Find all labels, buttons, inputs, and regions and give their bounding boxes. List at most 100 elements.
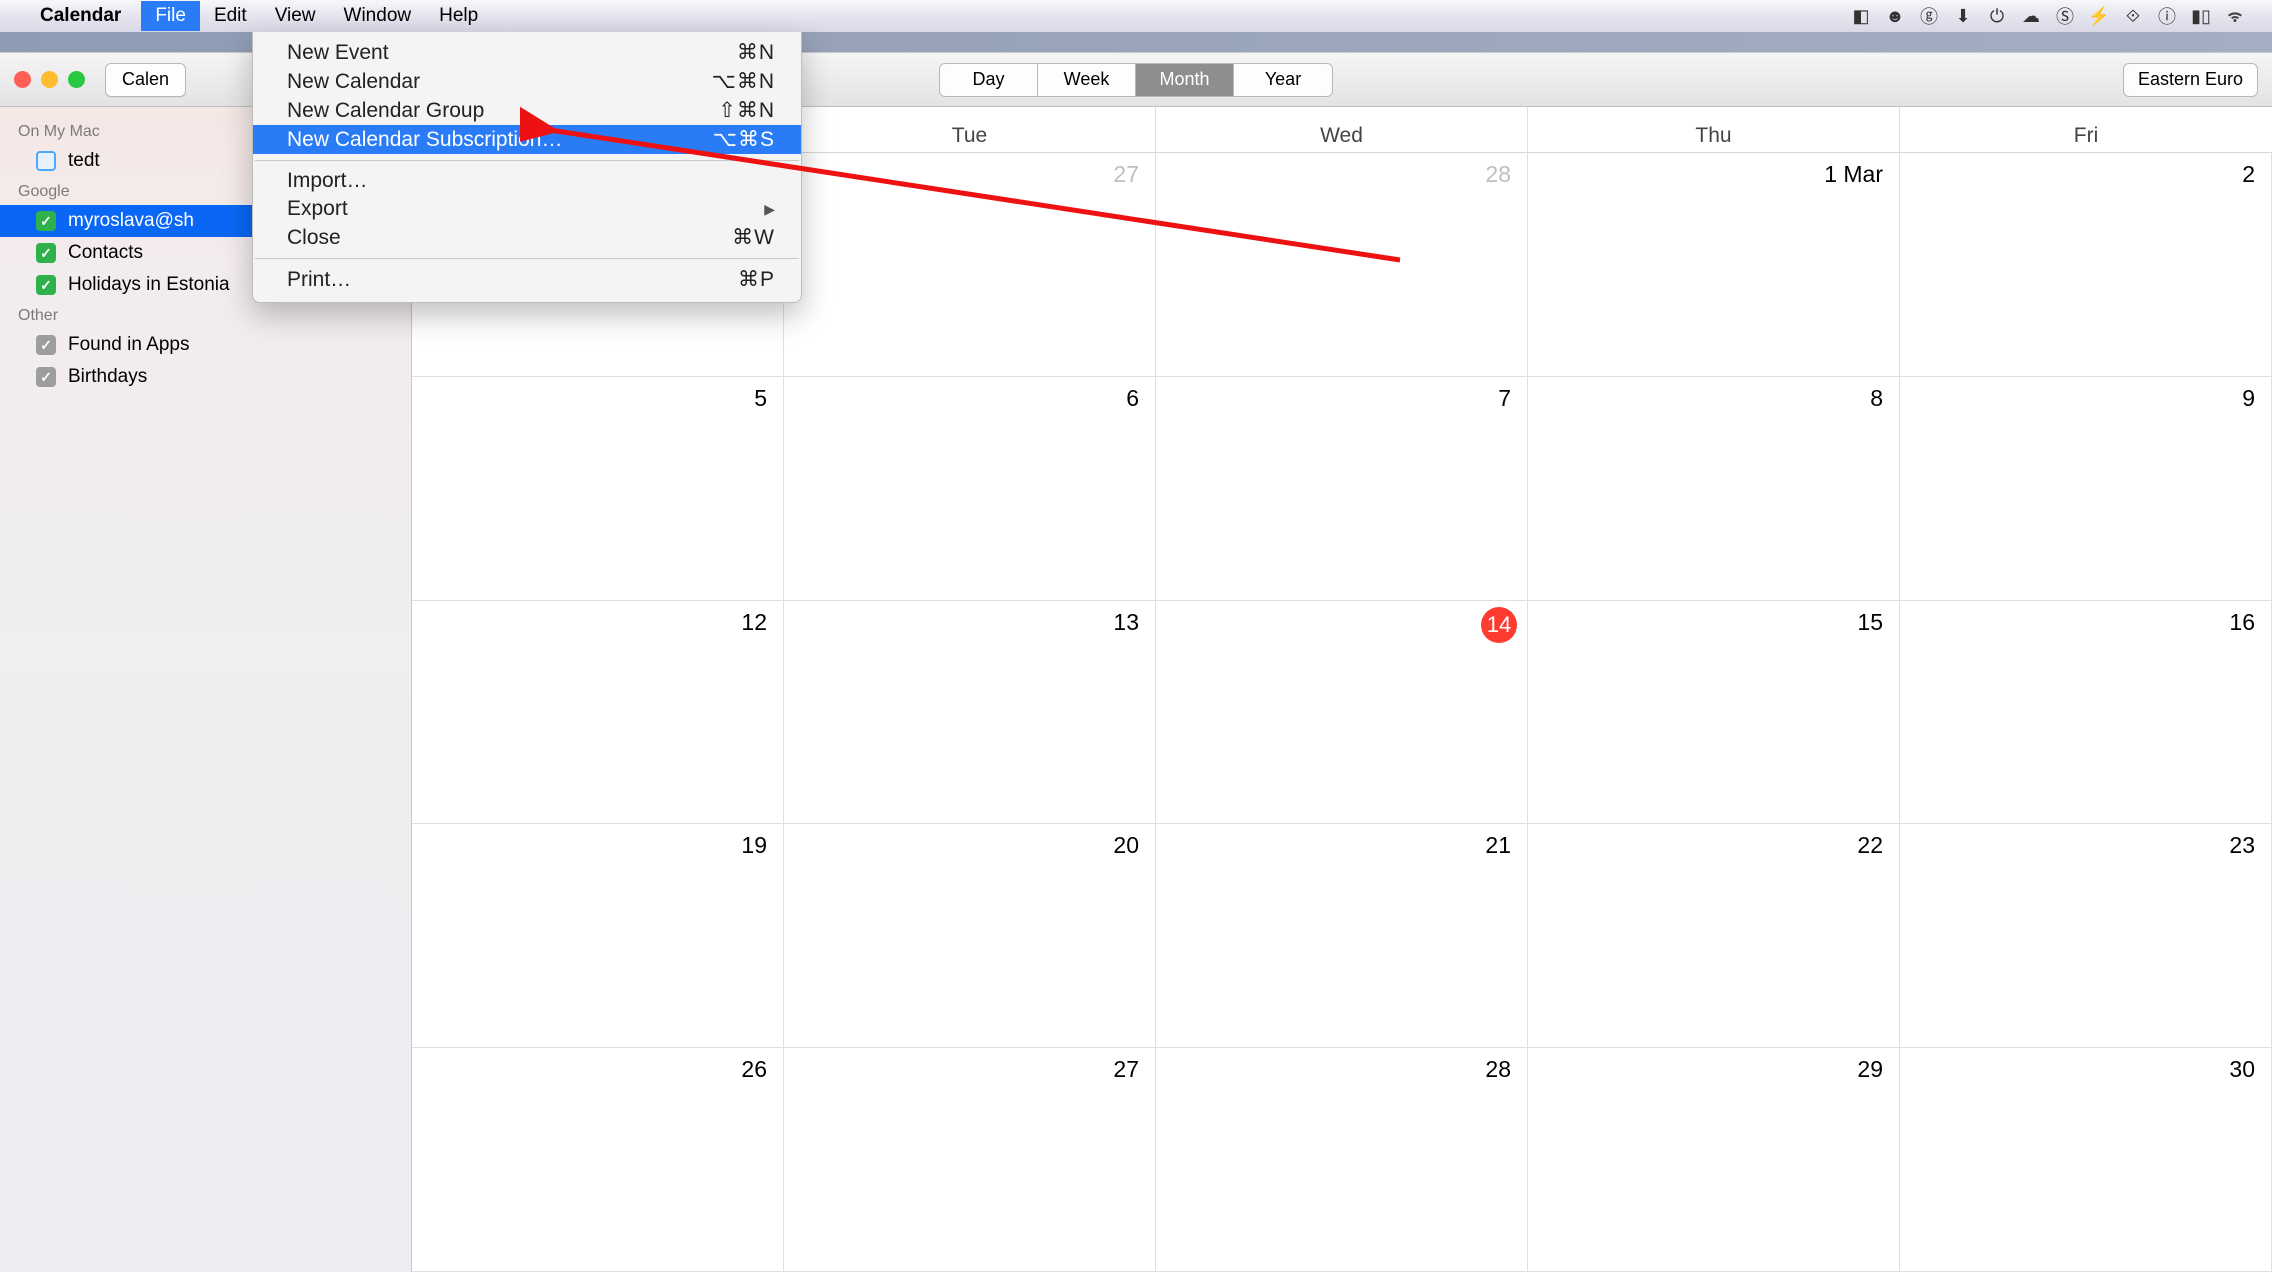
timezone-button[interactable]: Eastern Euro	[2123, 63, 2258, 97]
menubar: Calendar File Edit View Window Help ◧ ☻ …	[0, 0, 2272, 32]
date-label: 27	[1113, 161, 1139, 188]
menu-close[interactable]: Close ⌘W	[253, 223, 801, 252]
menu-help[interactable]: Help	[425, 1, 492, 31]
status-icon-info[interactable]: ⓘ	[2156, 5, 2178, 27]
menu-new-calendar[interactable]: New Calendar ⌥⌘N	[253, 67, 801, 96]
status-icon-1[interactable]: ◧	[1850, 5, 1872, 27]
date-label: 28	[1485, 161, 1511, 188]
checkbox-icon[interactable]	[36, 151, 56, 171]
menu-print[interactable]: Print… ⌘P	[253, 265, 801, 294]
date-label: 23	[2229, 832, 2255, 859]
file-menu-dropdown: New Event ⌘N New Calendar ⌥⌘N New Calend…	[252, 32, 802, 303]
menu-edit[interactable]: Edit	[200, 1, 261, 31]
status-icon-power[interactable]: ⏻	[1986, 5, 2008, 27]
date-label: 14	[1481, 607, 1517, 643]
view-switch: Day Week Month Year	[939, 63, 1333, 97]
status-icon-bolt[interactable]: ⚡	[2088, 5, 2110, 27]
status-icon-skype[interactable]: Ⓢ	[2054, 5, 2076, 27]
view-day[interactable]: Day	[940, 64, 1038, 96]
date-label: 6	[1126, 385, 1139, 412]
calendar-cell[interactable]: 28	[1156, 1048, 1528, 1272]
menu-view[interactable]: View	[261, 1, 330, 31]
menu-label: Import…	[287, 169, 368, 193]
checkbox-icon[interactable]: ✓	[36, 367, 56, 387]
status-icon-dropbox[interactable]: ⟐	[2122, 5, 2144, 27]
status-icon-battery[interactable]: ▮▯	[2190, 5, 2212, 27]
menubar-left: Calendar File Edit View Window Help	[18, 1, 492, 31]
menu-import[interactable]: Import…	[253, 167, 801, 195]
calendar-cell[interactable]: 28	[1156, 153, 1528, 377]
calendar-cell[interactable]: 12	[412, 601, 784, 825]
view-week[interactable]: Week	[1038, 64, 1136, 96]
date-label: 26	[741, 1056, 767, 1083]
calendar-cell[interactable]: 9	[1900, 377, 2272, 601]
menu-label: Export	[287, 197, 348, 221]
view-month[interactable]: Month	[1136, 64, 1234, 96]
checkbox-icon[interactable]: ✓	[36, 211, 56, 231]
calendar-cell[interactable]: 15	[1528, 601, 1900, 825]
calendar-cell[interactable]: 27	[784, 1048, 1156, 1272]
menu-label: New Calendar	[287, 70, 420, 94]
calendar-cell[interactable]: 7	[1156, 377, 1528, 601]
menu-shortcut: ⌘N	[737, 40, 775, 65]
date-label: 19	[741, 832, 767, 859]
menu-window[interactable]: Window	[330, 1, 426, 31]
menu-shortcut: ⌥⌘S	[713, 127, 775, 152]
date-label: 28	[1485, 1056, 1511, 1083]
timezone-label: Eastern Euro	[2138, 69, 2243, 90]
calendar-cell[interactable]: 8	[1528, 377, 1900, 601]
sidebar-item-label: Birthdays	[68, 366, 147, 388]
checkbox-icon[interactable]: ✓	[36, 243, 56, 263]
menu-new-calendar-group[interactable]: New Calendar Group ⇧⌘N	[253, 96, 801, 125]
sidebar-item-found-in-apps[interactable]: ✓ Found in Apps	[0, 329, 411, 361]
date-label: 16	[2229, 609, 2255, 636]
date-label: 2	[2242, 161, 2255, 188]
date-label: 8	[1870, 385, 1883, 412]
date-label: 12	[741, 609, 767, 636]
menu-new-event[interactable]: New Event ⌘N	[253, 38, 801, 67]
status-icon-viber[interactable]: ☻	[1884, 5, 1906, 27]
calendar-cell[interactable]: 14	[1156, 601, 1528, 825]
weekday-thu: Thu	[1528, 107, 1900, 152]
calendar-cell[interactable]: 6	[784, 377, 1156, 601]
calendar-cell[interactable]: 16	[1900, 601, 2272, 825]
zoom-window-button[interactable]	[68, 71, 85, 88]
calendar-cell[interactable]: 13	[784, 601, 1156, 825]
calendar-cell[interactable]: 1 Mar	[1528, 153, 1900, 377]
menu-export[interactable]: Export ▶	[253, 195, 801, 223]
checkbox-icon[interactable]: ✓	[36, 335, 56, 355]
calendar-cell[interactable]: 2	[1900, 153, 2272, 377]
close-window-button[interactable]	[14, 71, 31, 88]
menu-label: New Event	[287, 41, 389, 65]
menu-file[interactable]: File	[141, 1, 200, 31]
date-label: 9	[2242, 385, 2255, 412]
date-label: 30	[2229, 1056, 2255, 1083]
minimize-window-button[interactable]	[41, 71, 58, 88]
calendar-cell[interactable]: 5	[412, 377, 784, 601]
sidebar-item-birthdays[interactable]: ✓ Birthdays	[0, 361, 411, 393]
checkbox-icon[interactable]: ✓	[36, 275, 56, 295]
menu-label: New Calendar Group	[287, 99, 484, 123]
app-name[interactable]: Calendar	[40, 5, 121, 27]
calendars-toggle-label: Calen	[122, 69, 169, 90]
calendar-cell[interactable]: 27	[784, 153, 1156, 377]
status-icon-grammarly[interactable]: ⓖ	[1918, 5, 1940, 27]
status-icon-wifi[interactable]	[2224, 5, 2246, 27]
calendar-cell[interactable]: 30	[1900, 1048, 2272, 1272]
calendar-cell[interactable]: 26	[412, 1048, 784, 1272]
menu-label: Close	[287, 226, 341, 250]
calendar-cell[interactable]: 21	[1156, 824, 1528, 1048]
calendar-cell[interactable]: 20	[784, 824, 1156, 1048]
date-label: 29	[1857, 1056, 1883, 1083]
calendars-toggle-button[interactable]: Calen	[105, 63, 186, 97]
calendar-cell[interactable]: 22	[1528, 824, 1900, 1048]
status-icon-cloud[interactable]: ☁	[2020, 5, 2042, 27]
menu-new-calendar-subscription[interactable]: New Calendar Subscription… ⌥⌘S	[253, 125, 801, 154]
calendar-cell[interactable]: 19	[412, 824, 784, 1048]
date-label: 13	[1113, 609, 1139, 636]
calendar-cell[interactable]: 23	[1900, 824, 2272, 1048]
date-label: 5	[754, 385, 767, 412]
calendar-cell[interactable]: 29	[1528, 1048, 1900, 1272]
status-icon-download[interactable]: ⬇	[1952, 5, 1974, 27]
view-year[interactable]: Year	[1234, 64, 1332, 96]
